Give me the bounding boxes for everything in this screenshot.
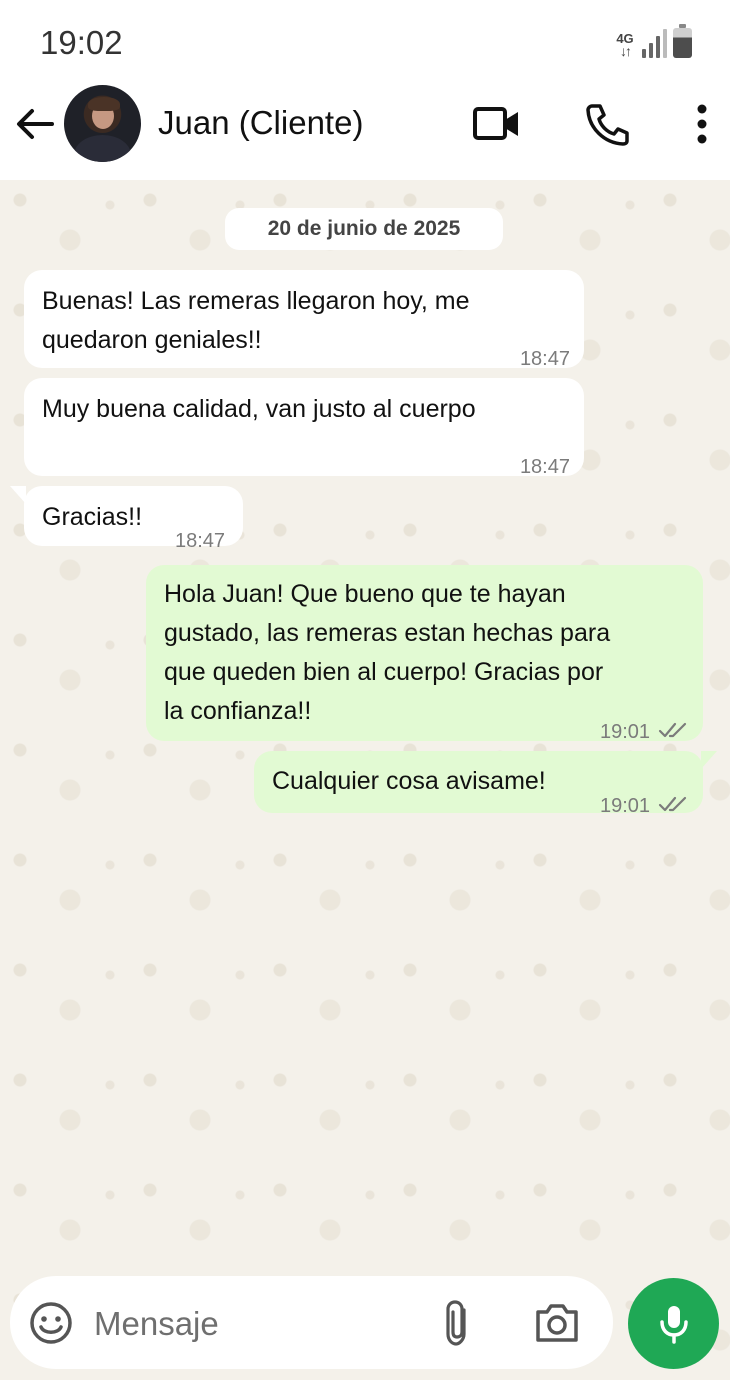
message-time: 18:47: [519, 348, 570, 370]
message-time: 19:01: [600, 721, 651, 743]
message-composer: [10, 1276, 613, 1369]
status-icons: 4G ↓↑: [614, 24, 692, 59]
message-line: Hola Juan! Que bueno que te hayan: [164, 580, 566, 608]
message-input[interactable]: [94, 1302, 414, 1346]
message-line: Cualquier cosa avisame!: [272, 767, 546, 795]
message-incoming[interactable]: Buenas! Las remeras llegaron hoy, me que…: [24, 270, 584, 370]
camera-icon[interactable]: [532, 1300, 582, 1346]
message-line: Muy buena calidad, van justo al cuerpo: [42, 395, 476, 423]
paperclip-icon[interactable]: [438, 1298, 478, 1348]
message-line: que queden bien al cuerpo! Gracias por: [164, 658, 604, 686]
status-bar: 19:02 4G ↓↑: [0, 0, 730, 80]
phone-icon[interactable]: [582, 100, 634, 148]
read-ticks-icon: [658, 787, 690, 812]
read-ticks-icon: [658, 713, 690, 738]
message-text: Hola Juan! Que bueno que te hayan gustad…: [164, 575, 610, 731]
chat-area[interactable]: 20 de junio de 2025 Buenas! Las remeras …: [0, 180, 730, 1380]
microphone-icon: [659, 1305, 688, 1344]
microphone-button[interactable]: [628, 1278, 719, 1369]
message-outgoing[interactable]: Hola Juan! Que bueno que te hayan gustad…: [146, 565, 703, 743]
signal-icon: [642, 28, 667, 58]
more-vert-icon[interactable]: [680, 100, 724, 148]
message-text: Cualquier cosa avisame!: [272, 762, 546, 801]
message-time: 18:47: [519, 456, 570, 478]
emoji-icon[interactable]: [28, 1300, 74, 1346]
battery-icon: [673, 24, 692, 58]
message-text: Buenas! Las remeras llegaron hoy, me que…: [42, 282, 470, 360]
network-4g-icon: 4G ↓↑: [616, 31, 634, 59]
video-call-icon[interactable]: [470, 100, 522, 148]
message-line: quedaron geniales!!: [42, 326, 262, 354]
bubble-tail: [701, 751, 717, 769]
status-time: 19:02: [40, 24, 123, 61]
back-arrow-icon[interactable]: [12, 102, 56, 146]
message-line: Gracias!!: [42, 503, 143, 531]
contact-name[interactable]: Juan (Cliente): [158, 104, 363, 142]
bubble-tail: [10, 486, 26, 504]
message-outgoing[interactable]: Cualquier cosa avisame! 19:01: [254, 751, 717, 817]
message-time: 18:47: [175, 530, 226, 552]
message-incoming[interactable]: Muy buena calidad, van justo al cuerpo 1…: [24, 378, 584, 478]
message-line: gustado, las remeras estan hechas para: [164, 619, 611, 647]
message-line: Buenas! Las remeras llegaron hoy, me: [42, 287, 470, 315]
message-incoming[interactable]: Gracias!! 18:47: [10, 486, 243, 552]
message-text: Muy buena calidad, van justo al cuerpo: [42, 390, 476, 429]
message-text: Gracias!!: [42, 498, 142, 537]
message-time: 19:01: [600, 795, 651, 817]
message-line: la confianza!!: [164, 697, 312, 725]
chat-header: Juan (Cliente): [0, 80, 730, 180]
contact-avatar[interactable]: [64, 85, 141, 162]
date-separator: 20 de junio de 2025: [225, 208, 503, 250]
